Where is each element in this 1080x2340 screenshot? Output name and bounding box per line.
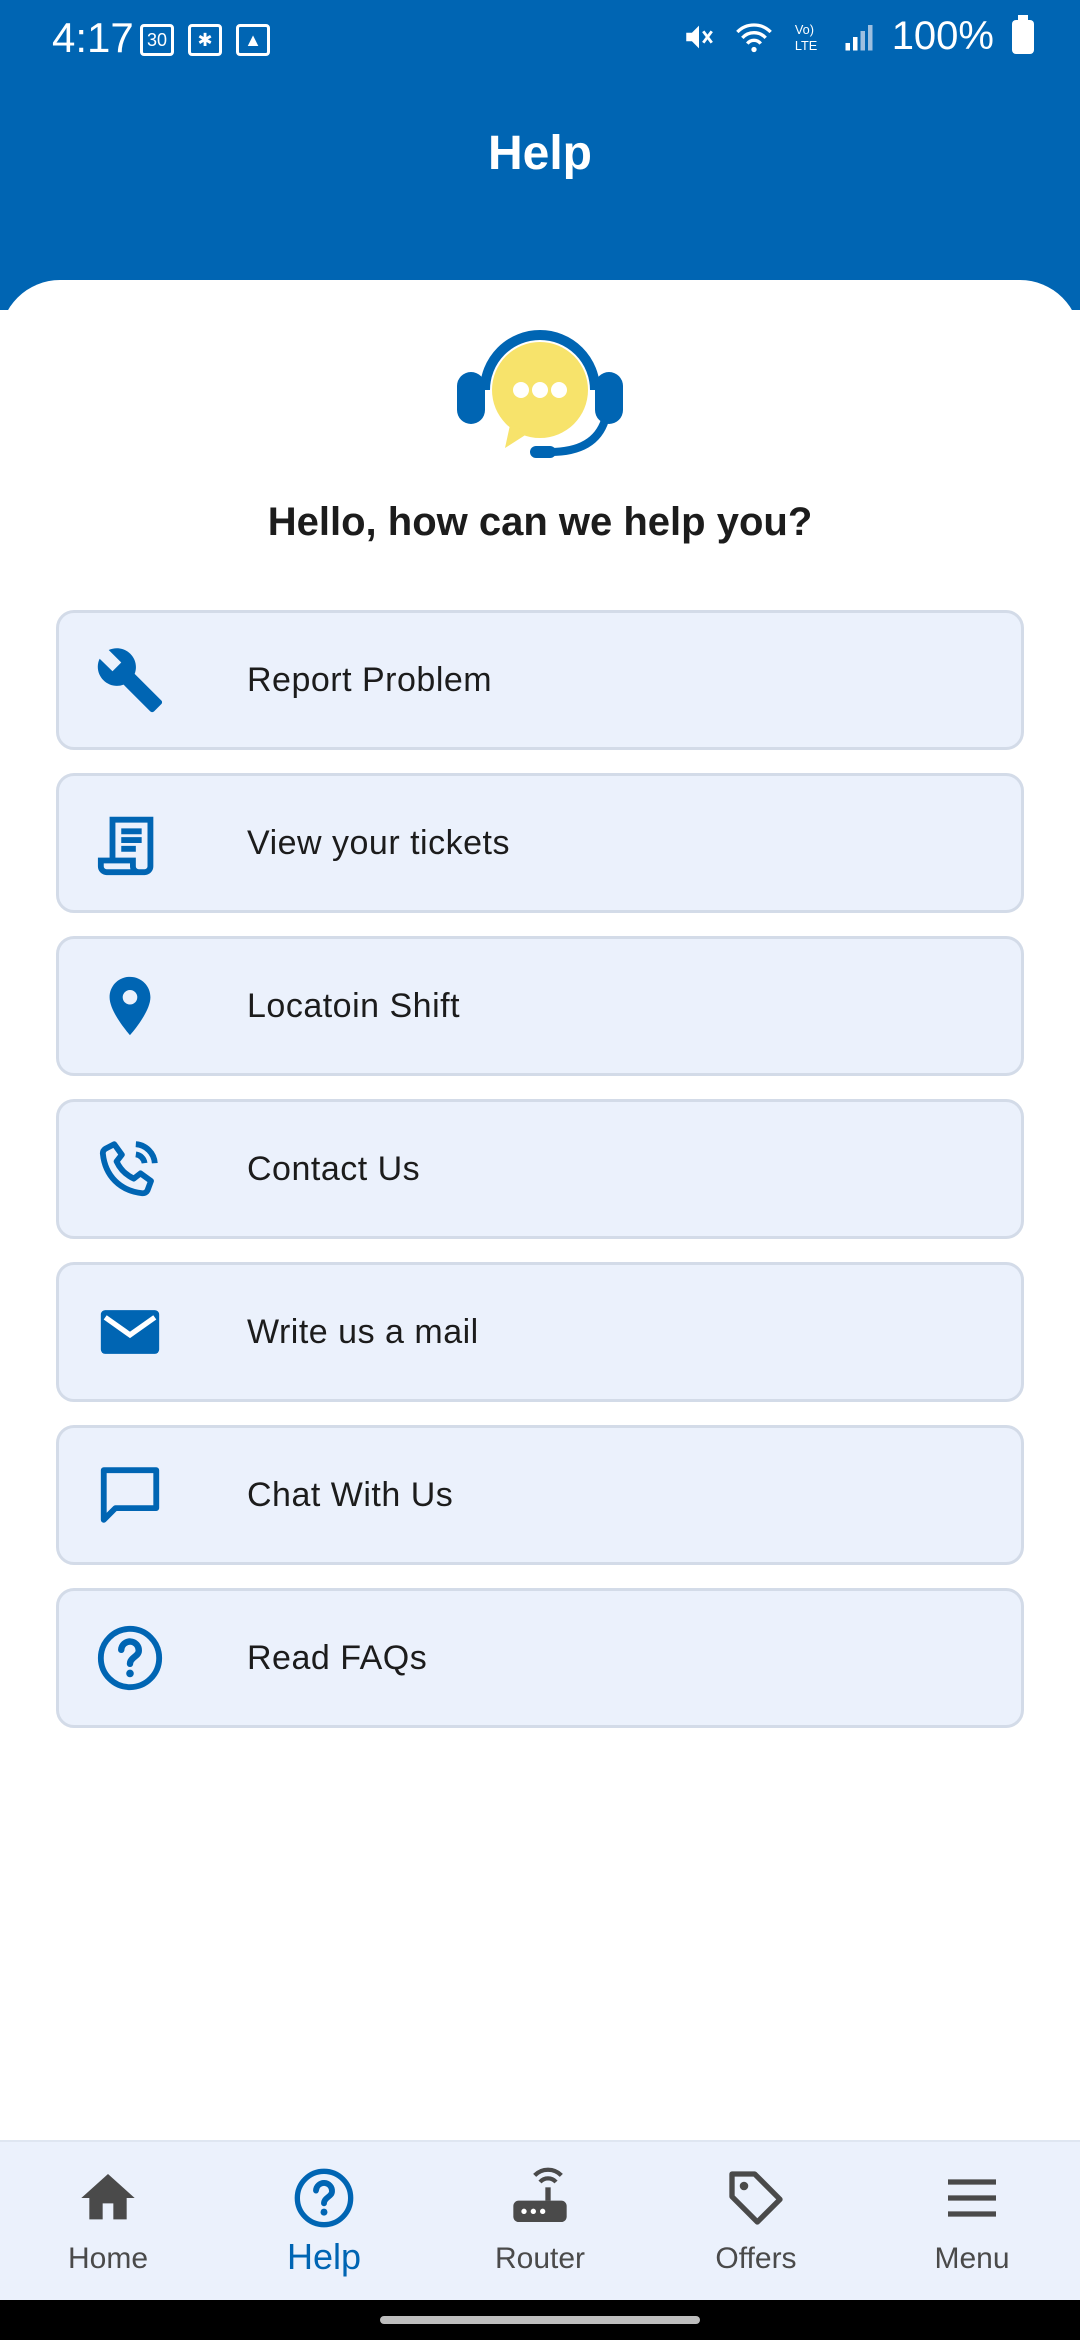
wrench-icon bbox=[97, 648, 163, 713]
support-headset-logo bbox=[457, 330, 623, 458]
menu-label: Write us a mail bbox=[247, 1313, 479, 1351]
help-menu-list: Report Problem View your tickets Locatoi… bbox=[56, 610, 1024, 1751]
ticket-icon bbox=[97, 816, 154, 876]
battery-icon bbox=[1012, 14, 1034, 54]
nav-menu[interactable]: Menu bbox=[864, 2142, 1080, 2300]
write-mail-button[interactable]: Write us a mail bbox=[56, 1262, 1024, 1402]
home-icon bbox=[81, 2174, 135, 2220]
volte-icon: Vo)LTE bbox=[795, 22, 817, 53]
nav-offers[interactable]: Offers bbox=[648, 2142, 864, 2300]
chat-icon bbox=[100, 1467, 160, 1523]
svg-text:Vo): Vo) bbox=[795, 22, 814, 37]
phone-icon bbox=[99, 1141, 158, 1197]
content-sheet: Hello, how can we help you? Report Probl… bbox=[0, 280, 1080, 2140]
nav-label: Help bbox=[286, 2236, 362, 2277]
app-notification-icon: ✱ bbox=[188, 24, 222, 56]
wifi-icon bbox=[735, 22, 772, 52]
help-circle-icon bbox=[97, 1625, 163, 1691]
nav-label: Offers bbox=[715, 2242, 797, 2275]
router-icon bbox=[513, 2167, 567, 2222]
mail-icon bbox=[100, 1310, 160, 1354]
nav-home[interactable]: Home bbox=[0, 2142, 216, 2300]
nav-label: Router bbox=[494, 2242, 586, 2275]
nav-router[interactable]: Router bbox=[432, 2142, 648, 2300]
nav-label: Menu bbox=[934, 2242, 1010, 2275]
battery-percent: 100% bbox=[891, 14, 994, 58]
location-pin-icon bbox=[109, 976, 151, 1036]
menu-label: Chat With Us bbox=[247, 1476, 454, 1514]
gallery-notification-icon: ▲ bbox=[236, 24, 270, 56]
app-header: Help bbox=[0, 80, 1080, 310]
report-problem-button[interactable]: Report Problem bbox=[56, 610, 1024, 750]
location-shift-button[interactable]: Locatoin Shift bbox=[56, 936, 1024, 1076]
nav-label: Home bbox=[67, 2242, 149, 2275]
hamburger-menu-icon bbox=[948, 2179, 996, 2217]
tag-icon bbox=[729, 2171, 783, 2225]
mute-icon bbox=[685, 25, 713, 48]
help-circle-icon bbox=[294, 2168, 354, 2228]
notification-icons: 30 ✱ ▲ bbox=[140, 24, 270, 56]
nav-help[interactable]: Help bbox=[216, 2142, 432, 2300]
menu-label: Locatoin Shift bbox=[247, 987, 461, 1025]
chat-with-us-button[interactable]: Chat With Us bbox=[56, 1425, 1024, 1565]
contact-us-button[interactable]: Contact Us bbox=[56, 1099, 1024, 1239]
signal-icon bbox=[845, 24, 873, 50]
menu-label: Contact Us bbox=[247, 1150, 421, 1188]
calendar-notification-icon: 30 bbox=[140, 24, 174, 56]
svg-text:LTE: LTE bbox=[795, 37, 817, 52]
greeting-heading: Hello, how can we help you? bbox=[267, 500, 813, 544]
menu-label: Report Problem bbox=[247, 661, 493, 699]
status-bar: 4:17 30 ✱ ▲ Vo) LTE 100% bbox=[0, 0, 1080, 80]
menu-label: Read FAQs bbox=[247, 1639, 428, 1677]
page-title: Help bbox=[487, 127, 592, 180]
menu-label: View your tickets bbox=[247, 824, 510, 862]
system-gesture-bar bbox=[0, 2300, 1080, 2340]
home-gesture-handle[interactable] bbox=[380, 2316, 700, 2324]
bottom-navigation: Home Help Router Offers Menu bbox=[0, 2140, 1080, 2300]
read-faqs-button[interactable]: Read FAQs bbox=[56, 1588, 1024, 1728]
status-right: Vo) LTE 100% bbox=[682, 14, 1034, 59]
status-time: 4:17 bbox=[52, 14, 134, 61]
view-tickets-button[interactable]: View your tickets bbox=[56, 773, 1024, 913]
